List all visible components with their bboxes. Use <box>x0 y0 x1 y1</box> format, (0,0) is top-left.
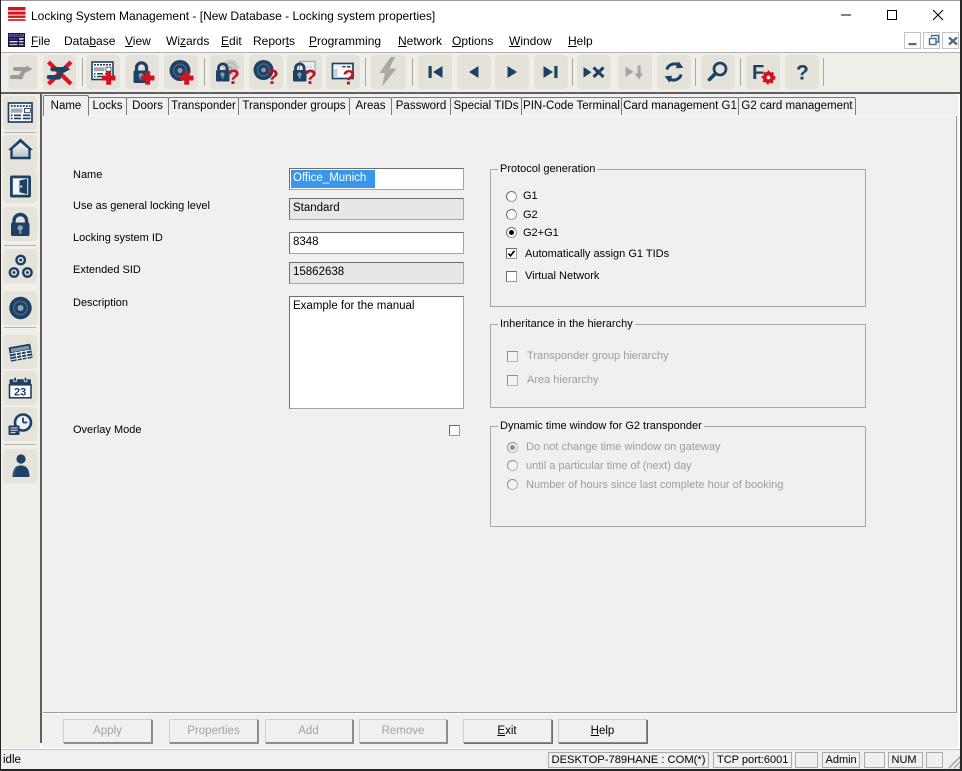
svg-text:?: ? <box>266 66 279 86</box>
svg-text:23: 23 <box>14 387 26 399</box>
svg-text:?: ? <box>304 66 317 86</box>
svg-text:?: ? <box>796 62 809 85</box>
svg-text:?: ? <box>227 66 240 86</box>
svg-text:?: ? <box>343 67 356 87</box>
